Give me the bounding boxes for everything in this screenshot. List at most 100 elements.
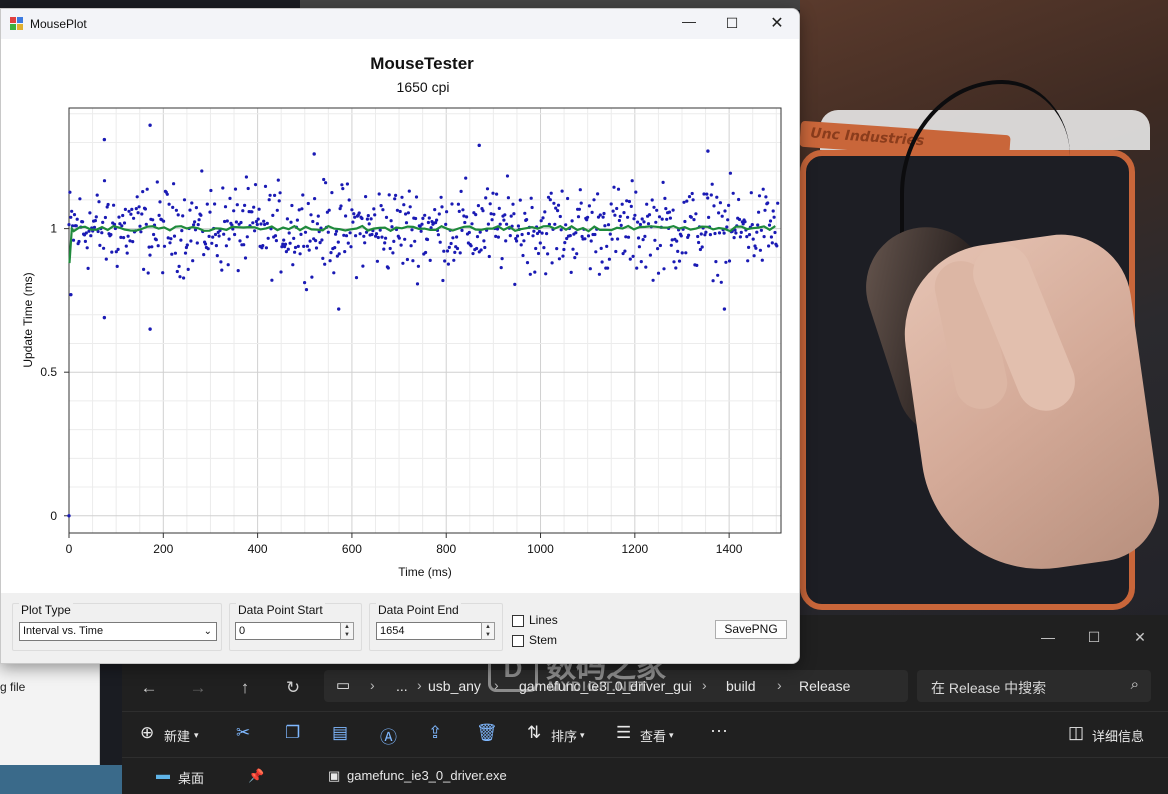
data-point: [178, 275, 182, 279]
data-point: [145, 187, 149, 191]
data-point: [455, 235, 459, 239]
data-point: [131, 240, 135, 244]
forward-arrow-icon[interactable]: →: [187, 677, 209, 699]
data-point: [635, 266, 639, 270]
delete-icon[interactable]: 🗑: [476, 723, 498, 743]
breadcrumb-item[interactable]: Release: [799, 678, 850, 694]
data-point: [482, 239, 486, 243]
paste-icon[interactable]: ▤: [332, 723, 348, 743]
data-point: [771, 209, 775, 213]
search-input[interactable]: 在 Release 中搜索 ⌕: [917, 670, 1151, 702]
data-point: [500, 257, 504, 261]
data-point: [122, 221, 127, 225]
data-point: [420, 222, 424, 226]
close-icon[interactable]: ✕: [1130, 629, 1150, 645]
data-point: [597, 272, 602, 276]
data-point: [183, 251, 188, 255]
end-stepper[interactable]: ▲ ▼: [481, 622, 495, 640]
data-point: [481, 209, 485, 213]
data-point: [437, 212, 441, 216]
watermark-subtext: MYDIGIT.NET: [548, 678, 648, 694]
end-input[interactable]: 1654: [376, 622, 482, 640]
refresh-icon[interactable]: ↻: [282, 677, 304, 699]
data-point: [191, 259, 195, 263]
data-point: [737, 217, 742, 222]
data-point: [699, 232, 703, 236]
data-point-start-group: Data Point Start 0 ▲ ▼: [229, 603, 362, 651]
file-item[interactable]: gamefunc_ie3_0_driver.exe: [347, 768, 507, 783]
start-stepper[interactable]: ▲ ▼: [340, 622, 354, 640]
data-point: [470, 222, 474, 226]
data-point: [655, 208, 659, 212]
data-point: [97, 200, 101, 204]
data-point: [115, 264, 119, 268]
data-point: [593, 232, 597, 237]
back-arrow-icon[interactable]: ←: [138, 677, 160, 699]
minimize-button[interactable]: —: [679, 13, 699, 33]
data-point: [508, 234, 512, 238]
data-point: [264, 246, 268, 250]
plot-type-select[interactable]: Interval vs. Time ⌄: [19, 622, 217, 641]
view-icon: ☰: [616, 723, 632, 742]
data-point: [180, 229, 184, 233]
x-axis-label: Time (ms): [398, 565, 452, 579]
data-point: [380, 235, 384, 239]
data-point: [676, 249, 680, 253]
rename-icon[interactable]: Ⓐ: [380, 723, 397, 748]
details-button[interactable]: 详细信息: [1092, 726, 1144, 745]
data-point: [586, 234, 591, 238]
maximize-button[interactable]: ☐: [722, 15, 742, 35]
data-point: [291, 263, 295, 267]
start-input[interactable]: 0: [235, 622, 341, 640]
data-point: [579, 201, 583, 205]
data-point: [575, 252, 579, 256]
data-point: [140, 212, 144, 216]
breadcrumb-item[interactable]: ...: [396, 678, 408, 694]
breadcrumb-item[interactable]: usb_any: [428, 678, 481, 694]
data-point: [679, 234, 683, 238]
data-point: [440, 205, 444, 209]
chevron-right-icon: ›: [417, 677, 422, 693]
data-point: [223, 219, 227, 224]
cut-icon[interactable]: ✂: [236, 723, 250, 743]
breadcrumb-item[interactable]: build: [726, 678, 756, 694]
data-point: [83, 239, 87, 243]
nav-item-desktop[interactable]: 桌面: [178, 768, 204, 787]
data-point: [682, 200, 686, 204]
data-point: [318, 241, 322, 245]
stem-checkbox[interactable]: [512, 635, 524, 647]
maximize-icon[interactable]: ☐: [1084, 629, 1104, 645]
desktop-icon: ▬: [156, 766, 170, 782]
data-point: [542, 246, 546, 250]
save-png-button[interactable]: SavePNG: [715, 620, 787, 639]
new-button[interactable]: 新建: [164, 726, 190, 745]
data-point: [717, 231, 722, 235]
data-point: [177, 264, 181, 268]
close-button[interactable]: ✕: [767, 13, 787, 33]
data-point: [398, 209, 402, 214]
data-point: [763, 208, 767, 212]
data-point: [235, 203, 239, 207]
sort-button[interactable]: 排序: [551, 726, 577, 745]
more-icon[interactable]: ···: [710, 720, 728, 741]
data-point: [104, 257, 108, 261]
data-point: [363, 241, 367, 245]
up-arrow-icon[interactable]: ↑: [234, 677, 256, 699]
lines-checkbox[interactable]: [512, 615, 524, 627]
copy-icon[interactable]: ❐: [285, 723, 300, 743]
share-icon[interactable]: ⇪: [428, 723, 442, 743]
data-point: [342, 233, 346, 237]
chevron-right-icon: ›: [370, 677, 375, 693]
minimize-icon[interactable]: —: [1038, 629, 1058, 645]
data-point: [433, 208, 437, 212]
data-point: [503, 213, 507, 217]
data-point: [310, 275, 314, 279]
data-point: [519, 243, 523, 247]
data-point: [692, 218, 696, 222]
data-point: [411, 259, 415, 263]
view-button[interactable]: 查看: [640, 726, 666, 745]
data-point: [219, 260, 223, 264]
search-icon: ⌕: [1130, 676, 1139, 693]
data-point: [265, 221, 269, 225]
data-point: [372, 207, 376, 211]
